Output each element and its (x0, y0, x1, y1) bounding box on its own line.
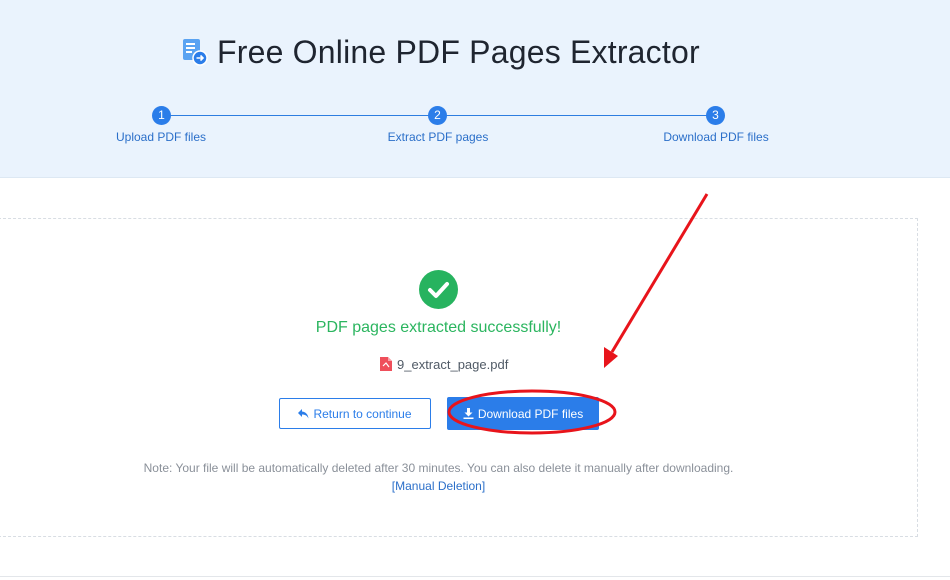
pdf-file-icon (380, 357, 392, 371)
check-circle-icon (419, 270, 458, 309)
step-3-label: Download PDF files (663, 130, 769, 144)
return-to-continue-button[interactable]: Return to continue (279, 398, 431, 429)
download-button-label: Download PDF files (477, 406, 584, 421)
auto-delete-note: Note: Your file will be automatically de… (143, 461, 734, 475)
download-icon (463, 408, 474, 419)
return-arrow-icon (298, 408, 309, 418)
success-message: PDF pages extracted successfully! (315, 319, 562, 336)
manual-deletion-link[interactable]: [Manual Deletion] (0, 479, 877, 493)
page-title: Free Online PDF Pages Extractor (217, 33, 700, 70)
title-row: Free Online PDF Pages Extractor (182, 30, 700, 74)
step-1-number: 1 (152, 106, 171, 125)
page-header: Free Online PDF Pages Extractor 1 Upload… (0, 0, 950, 178)
file-name: 9_extract_page.pdf (397, 356, 509, 372)
file-row: 9_extract_page.pdf (380, 355, 508, 373)
step-2-label: Extract PDF pages (387, 130, 489, 144)
download-pdf-button[interactable]: Download PDF files (447, 397, 599, 430)
step-1-label: Upload PDF files (115, 130, 207, 144)
step-3-number: 3 (706, 106, 725, 125)
step-2-number: 2 (428, 106, 447, 125)
pdf-extract-logo-icon (183, 39, 208, 66)
return-button-label: Return to continue (313, 406, 412, 421)
bottom-divider (0, 576, 950, 577)
